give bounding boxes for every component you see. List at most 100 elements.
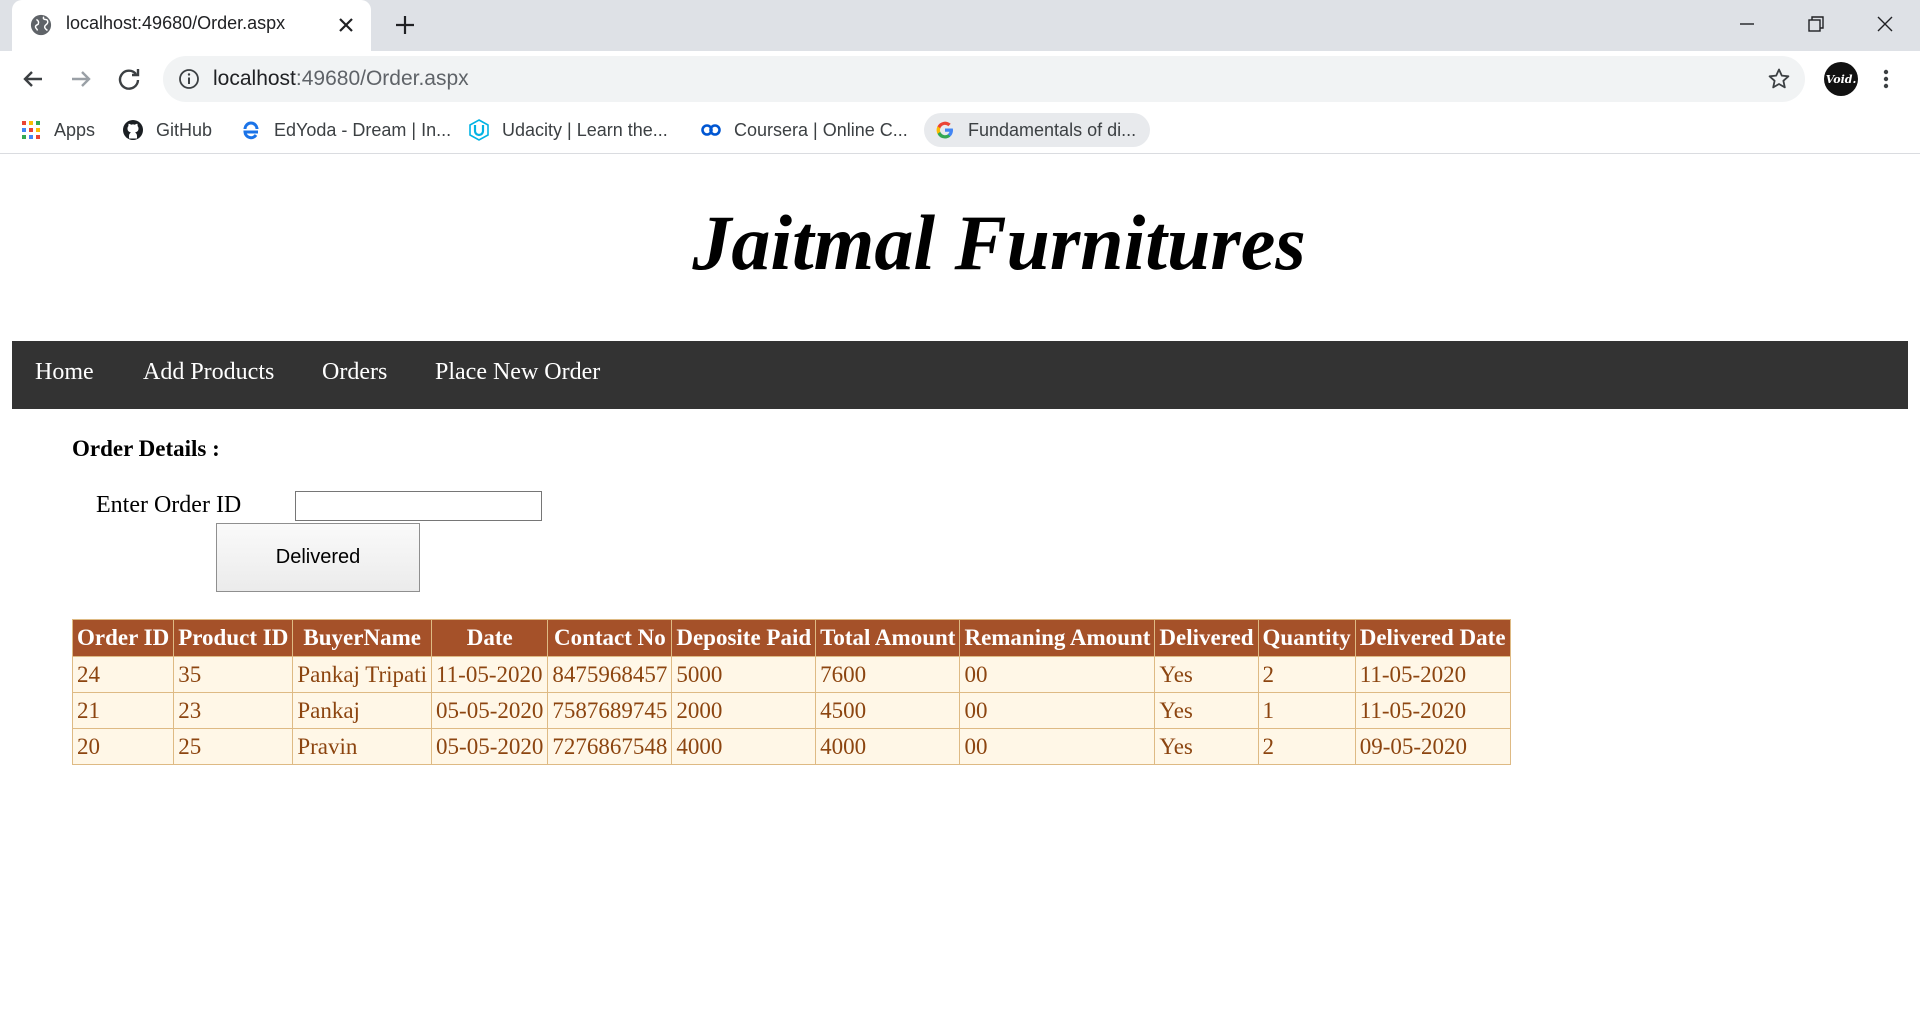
table-cell: Yes [1154,728,1259,765]
bookmarks-bar: Apps GitHub EdYoda - Dream | In... Udaci… [0,108,1920,154]
table-cell: Yes [1154,692,1259,729]
column-header: Delivered [1154,619,1259,657]
table-cell: 5000 [671,656,817,693]
table-cell: 7600 [815,656,961,693]
table-cell: 00 [959,656,1156,693]
table-cell: 4000 [671,728,817,765]
globe-icon [30,14,52,36]
profile-avatar[interactable]: Void. [1824,62,1858,96]
bookmark-label: GitHub [156,119,213,140]
site-title: Jaitmal Furnitures [0,198,1920,288]
nav-add-products[interactable]: Add Products [143,359,274,386]
bookmark-coursera[interactable]: Coursera | Online C... [700,113,908,147]
bookmark-edyoda[interactable]: EdYoda - Dream | In... [240,113,451,147]
column-header: Deposite Paid [671,619,817,657]
column-header: Delivered Date [1354,619,1511,657]
browser-tabstrip: localhost:49680/Order.aspx [0,0,1920,51]
bookmark-label: Fundamentals of di... [968,119,1137,140]
apps-grid-icon [22,121,40,139]
reload-icon[interactable] [114,64,144,94]
bookmark-label: Udacity | Learn the... [502,119,668,140]
column-header: Order ID [71,619,175,657]
udacity-icon [469,119,489,141]
table-cell: 23 [173,692,294,729]
table-cell: Pankaj Tripati [292,656,433,693]
bookmark-label: EdYoda - Dream | In... [274,119,452,140]
table-cell: 11-05-2020 [1354,692,1511,729]
order-id-label: Enter Order ID [96,492,242,518]
table-cell: 2 [1257,656,1356,693]
order-id-input[interactable] [295,491,542,521]
order-details-heading: Order Details : [72,436,220,461]
table-cell: 05-05-2020 [431,692,549,729]
column-header: Quantity [1257,619,1356,657]
bookmark-star-icon[interactable] [1767,67,1791,91]
table-cell: 00 [959,692,1156,729]
github-icon [123,120,143,140]
new-tab-icon[interactable] [393,13,417,37]
bookmark-apps[interactable]: Apps [20,113,95,147]
table-cell: 7587689745 [547,692,673,729]
column-header: BuyerName [292,619,433,657]
table-cell: 25 [173,728,294,765]
table-cell: 1 [1257,692,1356,729]
table-cell: 4000 [815,728,961,765]
table-cell: 2000 [671,692,817,729]
table-cell: Yes [1154,656,1259,693]
restore-icon[interactable] [1802,10,1830,38]
table-cell: 4500 [815,692,961,729]
url-text: localhost:49680/Order.aspx [213,67,469,91]
column-header: Total Amount [815,619,961,657]
column-header: Product ID [173,619,294,657]
table-cell: 05-05-2020 [431,728,549,765]
bookmark-fundamentals[interactable]: Fundamentals of di... [924,113,1151,147]
url-host: localhost [213,67,296,90]
close-window-icon[interactable] [1871,10,1899,38]
table-header-row: Order ID Product ID BuyerName Date Conta… [71,619,1511,657]
nav-orders[interactable]: Orders [322,359,387,386]
table-cell: 24 [71,656,175,693]
table-cell: 8475968457 [547,656,673,693]
table-cell: 11-05-2020 [1354,656,1511,693]
minimize-icon[interactable] [1733,10,1761,38]
table-row: 21 23 Pankaj 05-05-2020 7587689745 2000 … [71,692,1511,729]
forward-arrow-icon[interactable] [66,64,96,94]
table-cell: 35 [173,656,294,693]
info-icon[interactable] [178,68,200,90]
bookmark-label: Apps [54,119,96,140]
bookmark-github[interactable]: GitHub [122,113,212,147]
close-tab-icon[interactable] [334,13,358,37]
url-path: :49680/Order.aspx [295,67,469,90]
browser-toolbar: localhost:49680/Order.aspx Void. [0,51,1920,108]
browser-tab[interactable]: localhost:49680/Order.aspx [12,0,371,51]
site-title-text: Jaitmal Furnitures [692,199,1306,286]
table-cell: 2 [1257,728,1356,765]
google-icon [936,121,953,139]
main-navbar: Home Add Products Orders Place New Order [12,341,1908,409]
orders-table: Order ID Product ID BuyerName Date Conta… [71,619,1511,765]
column-header: Date [431,619,549,657]
column-header: Remaning Amount [959,619,1156,657]
table-cell: 20 [71,728,175,765]
table-cell: 7276867548 [547,728,673,765]
table-cell: 11-05-2020 [431,656,549,693]
back-arrow-icon[interactable] [18,64,48,94]
bookmark-udacity[interactable]: Udacity | Learn the... [468,113,668,147]
coursera-icon [701,124,721,136]
column-header: Contact No [547,619,673,657]
table-cell: Pankaj [292,692,433,729]
tab-title: localhost:49680/Order.aspx [66,13,286,33]
nav-place-new-order[interactable]: Place New Order [435,359,600,386]
table-row: 20 25 Pravin 05-05-2020 7276867548 4000 … [71,728,1511,765]
table-cell: 00 [959,728,1156,765]
edyoda-icon [243,121,259,140]
table-cell: 21 [71,692,175,729]
table-cell: 09-05-2020 [1354,728,1511,765]
table-row: 24 35 Pankaj Tripati 11-05-2020 84759684… [71,656,1511,693]
delivered-button[interactable]: Delivered [216,523,420,592]
more-menu-icon[interactable] [1874,64,1898,94]
address-bar[interactable]: localhost:49680/Order.aspx [163,56,1805,102]
bookmark-label: Coursera | Online C... [734,119,908,140]
nav-home[interactable]: Home [35,359,94,386]
table-cell: Pravin [292,728,433,765]
